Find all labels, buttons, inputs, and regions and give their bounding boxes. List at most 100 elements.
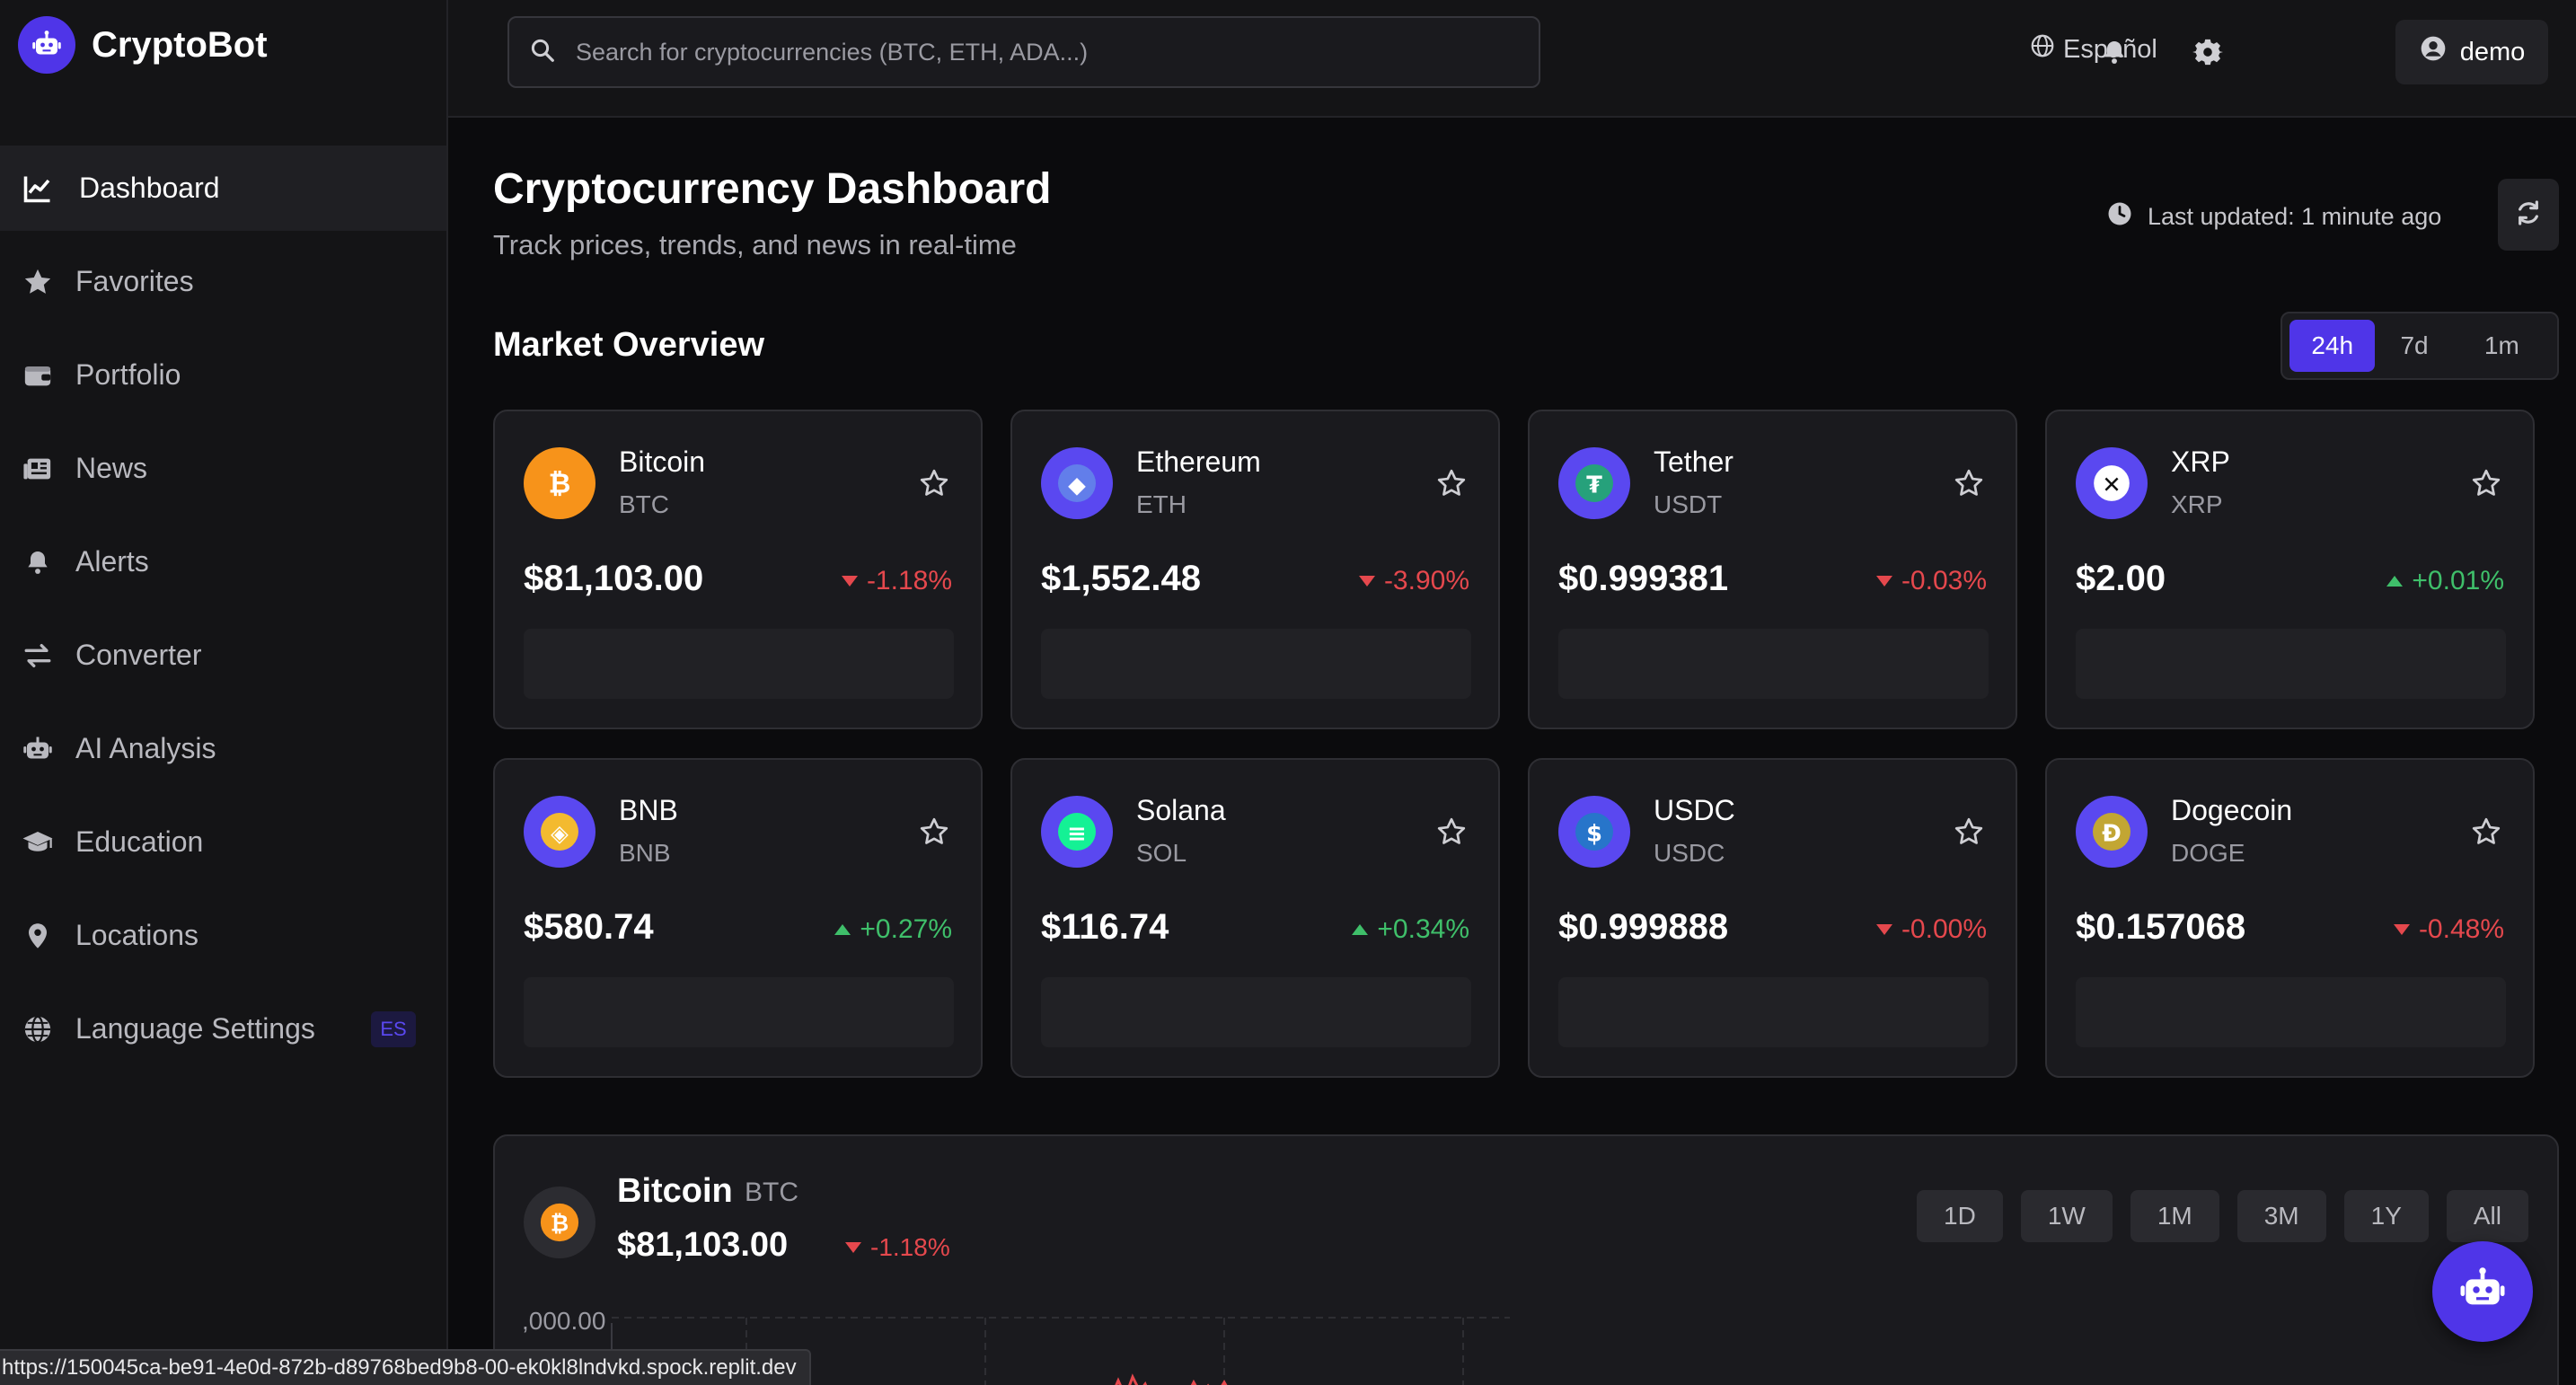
svg-text:₿: ₿ [551,1211,569,1237]
coin-symbol: ETH [1136,490,1187,518]
coin-change: -0.00% [1875,914,1987,945]
sidebar-item-locations[interactable]: Locations [0,893,446,978]
timeframe-selector: 1D 1W 1M 3M 1Y All [1899,1190,2528,1242]
range-7d[interactable]: 7d [2375,320,2453,372]
sidebar-item-label: Language Settings [75,1012,315,1045]
coin-change: +0.27% [834,914,952,945]
coin-change-value: +0.34% [1377,914,1469,944]
sidebar-item-education[interactable]: Education [0,799,446,885]
chart-coin-symbol: BTC [745,1178,798,1207]
sparkline-placeholder [1558,629,1989,699]
clock-icon [2106,200,2133,234]
sidebar-item-label: Favorites [75,265,194,297]
coin-change: -0.03% [1875,566,1987,596]
coin-card-doge[interactable]: Ð Dogecoin DOGE $0.157068 -0.48% [2045,758,2535,1078]
favorite-star-icon[interactable] [1434,814,1469,850]
coin-price: $81,103.00 [524,559,704,598]
refresh-button[interactable] [2498,179,2559,251]
app-name: CryptoBot [92,24,268,65]
favorite-star-icon[interactable] [916,814,952,850]
coin-card-usdt[interactable]: ₮ Tether USDT $0.999381 -0.03% [1528,410,2017,729]
timeframe-3m[interactable]: 3M [2236,1190,2326,1242]
coin-card-eth[interactable]: ◆ Ethereum ETH $1,552.48 -3.90% [1010,410,1500,729]
coin-glyph: ₮ [1586,472,1602,499]
price-chart-panel: ₿ Bitcoin BTC $81,103.00 -1.18% 1D 1W 1M 3M… [493,1134,2559,1385]
chart-line-icon [20,171,56,207]
sparkline-placeholder [1041,629,1471,699]
sidebar-item-label: Portfolio [75,358,181,391]
search-input[interactable] [576,38,1510,66]
favorite-star-icon[interactable] [1951,814,1987,850]
timeframe-1d[interactable]: 1D [1917,1190,2003,1242]
caret-down-icon [2393,924,2410,935]
favorite-star-icon[interactable] [1434,465,1469,501]
sidebar-item-converter[interactable]: Converter [0,613,446,698]
language-selector[interactable]: Español [2029,32,2157,66]
sidebar-item-portfolio[interactable]: Portfolio [0,332,446,418]
app-logo[interactable]: CryptoBot [18,16,268,74]
chart-coin-price: $81,103.00 [617,1226,789,1264]
favorite-star-icon[interactable] [2468,465,2504,501]
coin-card-bnb[interactable]: ◈ BNB BNB $580.74 +0.27% [493,758,983,1078]
sidebar-item-label: Education [75,825,204,858]
timeframe-1y[interactable]: 1Y [2343,1190,2429,1242]
language-badge: ES [371,1011,416,1047]
caret-down-icon [841,576,858,587]
coin-change-value: -0.48% [2418,914,2504,944]
caret-down-icon [1875,924,1892,935]
coin-price: $116.74 [1041,907,1169,947]
coin-glyph: ◈ [551,821,569,848]
search-icon [529,37,556,68]
sparkline-placeholder [1041,977,1471,1047]
usdc-icon: $ [1558,796,1630,868]
sparkline-placeholder [1558,977,1989,1047]
caret-down-icon [1875,576,1892,587]
coin-glyph: ₿ [549,469,571,500]
coin-price: $0.999381 [1558,559,1729,598]
caret-up-icon [1352,924,1369,935]
sidebar-item-ai-analysis[interactable]: AI Analysis [0,706,446,791]
sidebar-item-favorites[interactable]: Favorites [0,239,446,324]
coin-card-btc[interactable]: ₿ Bitcoin BTC $81,103.00 -1.18% [493,410,983,729]
wallet-icon [20,357,56,393]
coin-glyph: ✕ [2102,472,2122,499]
timeframe-1w[interactable]: 1W [2020,1190,2113,1242]
sidebar-item-dashboard[interactable]: Dashboard [0,146,446,231]
chatbot-button[interactable] [2432,1241,2533,1342]
coin-card-usdc[interactable]: $ USDC USDC $0.999888 -0.00% [1528,758,2017,1078]
bitcoin-icon: ₿ [524,447,595,519]
timeframe-1m[interactable]: 1M [2130,1190,2219,1242]
coin-change-value: +0.27% [860,914,952,944]
sidebar-item-news[interactable]: News [0,426,446,511]
range-1m[interactable]: 1m [2454,320,2550,372]
coin-change: -3.90% [1358,566,1469,596]
coin-card-sol[interactable]: ≡ Solana SOL $116.74 +0.34% [1010,758,1500,1078]
sidebar-item-label: Alerts [75,545,149,578]
coin-name: Dogecoin [2171,794,2293,826]
star-icon [20,264,56,300]
user-menu-button[interactable]: demo [2395,20,2548,84]
sidebar-item-alerts[interactable]: Alerts [0,519,446,604]
coin-glyph: $ [1586,821,1602,848]
favorite-star-icon[interactable] [1951,465,1987,501]
coin-change-value: +0.01% [2412,566,2504,595]
sidebar-item-label: Dashboard [79,172,220,204]
favorite-star-icon[interactable] [916,465,952,501]
timeframe-all[interactable]: All [2446,1190,2528,1242]
bell-icon[interactable] [2096,34,2132,70]
gear-icon[interactable] [2190,34,2226,70]
tether-icon: ₮ [1558,447,1630,519]
range-24h[interactable]: 24h [2289,320,2376,372]
price-line [1115,1373,1228,1385]
favorite-star-icon[interactable] [2468,814,2504,850]
coin-card-xrp[interactable]: ✕ XRP XRP $2.00 +0.01% [2045,410,2535,729]
coin-change-value: -3.90% [1383,566,1469,595]
coin-name: BNB [619,794,678,826]
sidebar-item-language-settings[interactable]: Language Settings ES [0,986,446,1072]
last-updated: Last updated: 1 minute ago [2106,200,2441,234]
search-box[interactable] [507,16,1540,88]
coin-price: $580.74 [524,907,654,947]
main-content: Cryptocurrency Dashboard Track prices, t… [448,118,2576,1385]
graduation-cap-icon [20,825,56,860]
bell-icon [20,544,56,580]
